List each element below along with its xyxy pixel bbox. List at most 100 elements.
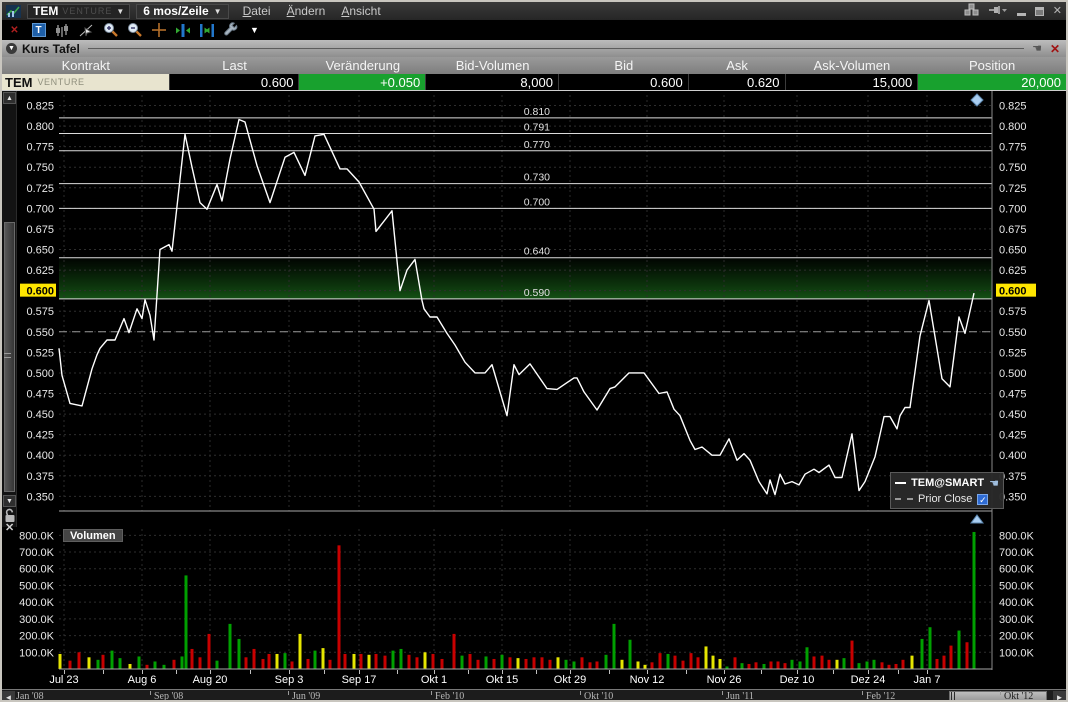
volume-bar (799, 661, 802, 669)
menu-item-ansicht[interactable]: Ansicht (341, 4, 380, 18)
timeline-label: Sep '08 (154, 691, 183, 702)
expand-bars-icon[interactable] (174, 22, 191, 39)
quote-table-row[interactable]: TEM VENTURE 0.600 +0.050 8,000 0.600 0.6… (2, 74, 1066, 91)
volume-bar (501, 655, 504, 669)
level-line-label: 0.640 (524, 246, 550, 258)
axis-tick (927, 670, 928, 674)
timeline-label: Jun '09 (292, 691, 320, 702)
volume-bar (966, 642, 969, 669)
group-windows-icon[interactable] (964, 3, 979, 19)
timeline-tick (1000, 691, 1001, 695)
contract-cell[interactable]: TEM VENTURE (2, 74, 170, 90)
symbol-label: TEM (33, 4, 58, 18)
zoom-in-icon[interactable] (102, 22, 119, 39)
ask-cell[interactable]: 0.620 (689, 74, 786, 90)
menu-item-datei[interactable]: Datei (243, 4, 271, 18)
settings-wrench-icon[interactable] (222, 22, 239, 39)
compress-bars-icon[interactable] (198, 22, 215, 39)
y-axis-label: 0.825 (26, 101, 54, 113)
y-axis-label: 0.500 (26, 368, 54, 380)
timeline-left-arrow[interactable]: ◄ (2, 691, 15, 702)
date-label: Sep 3 (259, 674, 319, 686)
contract-exchange: VENTURE (37, 77, 84, 87)
ask-volume-cell[interactable]: 15,000 (786, 74, 919, 90)
drag-hand-icon[interactable]: ☚ (989, 477, 999, 490)
bar-chart-icon[interactable] (54, 22, 71, 39)
change-cell[interactable]: +0.050 (299, 74, 426, 90)
volume-bar (821, 656, 824, 669)
chart-legend[interactable]: TEM@SMART ☚ Prior Close ✓ (890, 472, 1004, 509)
zoom-out-icon[interactable] (126, 22, 143, 39)
level-line-label: 0.700 (524, 196, 550, 208)
timeline-scrollbar[interactable]: ◄ ► Jan '08Sep '08Jun '09Feb '10Okt '10J… (2, 689, 1066, 702)
crosshair-icon[interactable] (150, 22, 167, 39)
last-cell[interactable]: 0.600 (170, 74, 300, 90)
symbol-ghost-label: VENTURE (62, 6, 112, 16)
volume-bar (791, 660, 794, 669)
volume-bar (314, 651, 317, 669)
y-axis-label: 0.600 (999, 286, 1027, 298)
chevron-down-icon[interactable]: ▼ (246, 22, 263, 39)
volume-bar (181, 656, 184, 669)
latest-bar-marker (971, 94, 983, 106)
chevron-down-icon: ▼ (214, 7, 222, 16)
date-label: Sep 17 (329, 674, 389, 686)
maximize-button[interactable] (1035, 7, 1044, 16)
window-controls: ✕ (964, 3, 1062, 19)
close-button[interactable]: ✕ (1053, 6, 1062, 17)
volume-axis-label: 600.0K (999, 564, 1035, 576)
volume-bar (770, 661, 773, 669)
period-dropdown[interactable]: 6 mos/Zeile ▼ (136, 4, 228, 19)
volume-bar (621, 660, 624, 669)
y-axis-label: 0.575 (26, 306, 54, 318)
close-panel-icon[interactable]: ✕ (1050, 42, 1060, 56)
volume-bar (565, 660, 568, 669)
position-cell[interactable]: 20,000 (918, 74, 1066, 90)
volume-bar (408, 655, 411, 669)
remove-icon[interactable]: ✕ (6, 22, 23, 39)
volume-axis-label: 200.0K (19, 631, 55, 643)
volume-bar (784, 663, 787, 669)
y-axis-label: 0.400 (999, 450, 1027, 462)
y-axis-label: 0.625 (999, 265, 1027, 277)
pin-icon[interactable] (988, 4, 1008, 19)
menu-item-ändern[interactable]: Ändern (287, 4, 326, 18)
y-axis-label: 0.725 (26, 183, 54, 195)
symbol-dropdown[interactable]: TEM VENTURE ▼ (27, 4, 130, 19)
axis-tick (761, 670, 762, 674)
volume-axis-label: 500.0K (19, 580, 55, 592)
volume-bar (111, 651, 114, 669)
volume-bar (973, 532, 976, 669)
volume-bar (836, 660, 839, 669)
axis-tick (142, 670, 143, 674)
collapse-panel-button[interactable]: ▼ (6, 43, 17, 54)
trading-window: TEM VENTURE ▼ 6 mos/Zeile ▼ Datei Ändern A… (0, 0, 1068, 702)
timeline-right-arrow[interactable]: ► (1053, 691, 1066, 702)
latest-bar-marker (971, 515, 983, 523)
volume-bar (338, 545, 341, 669)
volume-bar (329, 660, 332, 669)
volume-bar (557, 657, 560, 669)
prior-close-checkbox[interactable]: ✓ (977, 494, 988, 505)
y-axis-label: 0.800 (26, 121, 54, 133)
volume-chart[interactable]: 100.0K100.0K200.0K200.0K300.0K300.0K400.… (2, 527, 1068, 670)
bid-volume-cell[interactable]: 8,000 (426, 74, 559, 90)
chart-type-icon[interactable]: T (30, 22, 47, 39)
drag-hand-icon[interactable]: ☚ (1032, 42, 1042, 55)
trendline-tool-icon[interactable] (78, 22, 95, 39)
volume-bar (276, 654, 279, 669)
timeline-label: Jan '08 (16, 691, 44, 702)
column-header: Position (918, 57, 1066, 74)
volume-bar (589, 662, 592, 669)
volume-bar (866, 661, 869, 669)
minimize-button[interactable] (1017, 13, 1026, 16)
volume-bar (755, 662, 758, 669)
column-header: Kontrakt (2, 57, 170, 74)
price-chart[interactable]: 0.8100.7910.7700.7300.7000.6400.5900.825… (2, 91, 1068, 527)
y-axis-label: 0.700 (26, 203, 54, 215)
volume-bar (629, 640, 632, 669)
volume-bar (154, 661, 157, 669)
contract-symbol: TEM (5, 75, 32, 90)
volume-bar (245, 657, 248, 669)
bid-cell[interactable]: 0.600 (559, 74, 689, 90)
